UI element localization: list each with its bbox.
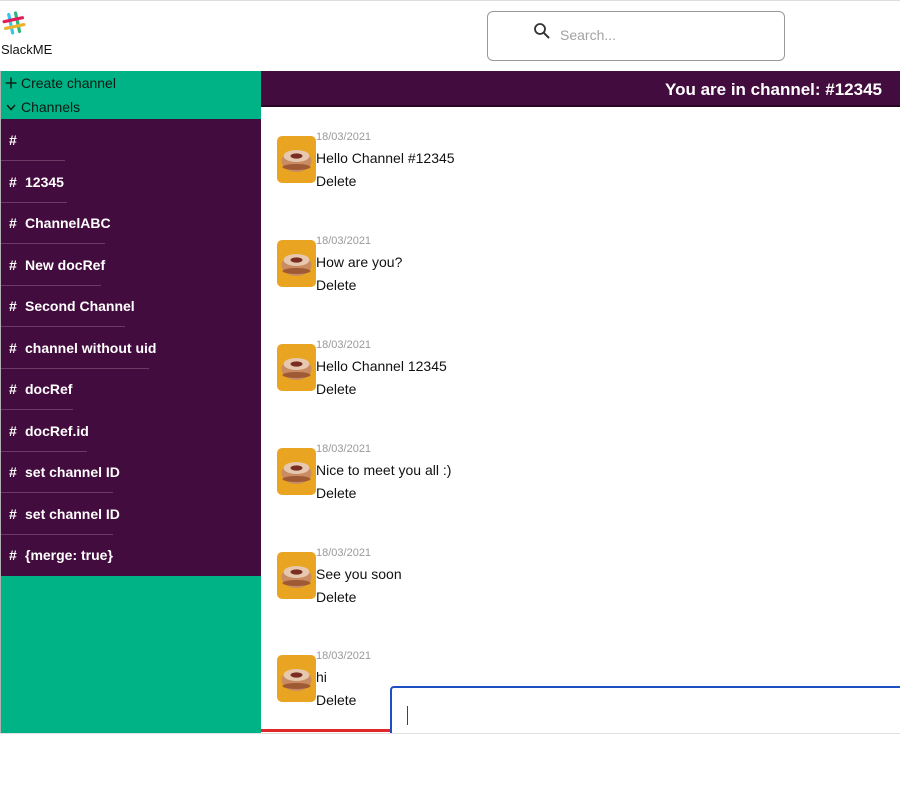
avatar	[277, 552, 316, 599]
message-input[interactable]	[406, 702, 886, 730]
validation-underline	[261, 729, 391, 732]
search-input[interactable]	[560, 24, 770, 46]
channel-hash: #	[9, 297, 17, 314]
channel-item[interactable]: # ChannelABC	[1, 202, 111, 243]
channel-item[interactable]: # set channel ID	[1, 451, 120, 492]
text-caret	[407, 706, 408, 725]
channel-title: You are in channel: #12345	[665, 80, 882, 99]
avatar	[277, 136, 316, 183]
channel-name: 12345	[25, 173, 64, 190]
message-date: 18/03/2021	[316, 443, 372, 455]
channel-name: docRef.id	[25, 422, 89, 439]
message-text: Hello Channel 12345	[316, 358, 447, 374]
channel-item[interactable]: # Second Channel	[1, 285, 135, 326]
avatar	[277, 655, 316, 702]
chevron-down-icon	[6, 104, 16, 111]
message-text: Hello Channel #12345	[316, 150, 455, 166]
sidebar-header: Create channel Channels	[1, 71, 262, 119]
delete-button[interactable]: Delete	[316, 485, 356, 501]
avatar	[277, 240, 316, 287]
message-list: 18/03/2021 Hello Channel #12345 Delete 1…	[261, 107, 900, 733]
avatar-donut-icon	[277, 552, 316, 599]
message: 18/03/2021 Hello Channel 12345 Delete	[277, 339, 677, 414]
channel-item[interactable]: # {merge: true}	[1, 534, 113, 575]
channel-hash: #	[9, 463, 17, 480]
channel-hash: #	[9, 505, 17, 522]
channel-name: Second Channel	[25, 297, 135, 314]
channel-name: channel without uid	[25, 339, 157, 356]
delete-button[interactable]: Delete	[316, 277, 356, 293]
channel-name: {merge: true}	[25, 546, 113, 563]
message-date: 18/03/2021	[316, 339, 372, 351]
channel-item[interactable]: # set channel ID	[1, 493, 120, 534]
channel-hash: #	[9, 339, 17, 356]
avatar	[277, 344, 316, 391]
avatar	[277, 448, 316, 495]
avatar-donut-icon	[277, 655, 316, 702]
avatar-donut-icon	[277, 344, 316, 391]
channel-item[interactable]: # channel without uid	[1, 327, 156, 368]
message-text: Nice to meet you all :)	[316, 462, 452, 478]
slack-logo-icon[interactable]	[2, 11, 26, 35]
message-date: 18/03/2021	[316, 131, 372, 143]
channel-hash: #	[9, 422, 17, 439]
avatar-donut-icon	[277, 136, 316, 183]
channel-item[interactable]: # New docRef	[1, 244, 105, 285]
plus-icon	[5, 77, 17, 89]
message-text: hi	[316, 669, 327, 685]
channel-name: docRef	[25, 380, 73, 397]
channel-hash: #	[9, 214, 17, 231]
create-channel-label: Create channel	[21, 75, 116, 91]
channel-hash: #	[9, 173, 17, 190]
message: 18/03/2021 Hello Channel #12345 Delete	[277, 131, 677, 206]
message-date: 18/03/2021	[316, 235, 372, 247]
channel-item[interactable]: # docRef.id	[1, 410, 89, 451]
sidebar: Create channel Channels # #12345 # Channe…	[0, 71, 262, 733]
message: 18/03/2021 See you soon Delete	[277, 547, 677, 622]
channel-name: New docRef	[25, 256, 106, 273]
search-icon	[534, 23, 550, 39]
channel-list: # #12345 # ChannelABC # New docRef # Second…	[1, 119, 262, 576]
channel-name: set channel ID	[25, 463, 120, 480]
channel-hash: #	[9, 256, 17, 273]
bottom-area	[0, 733, 900, 810]
message: 18/03/2021 How are you? Delete	[277, 235, 677, 310]
channel-header: You are in channel: #12345	[261, 71, 900, 107]
message-text: See you soon	[316, 566, 402, 582]
message-date: 18/03/2021	[316, 650, 372, 662]
channels-toggle[interactable]: Channels	[5, 96, 80, 118]
channel-name: set channel ID	[25, 505, 120, 522]
delete-button[interactable]: Delete	[316, 692, 356, 708]
channel-item[interactable]: # docRef	[1, 368, 72, 409]
channel-hash: #	[9, 131, 17, 148]
create-channel-button[interactable]: Create channel	[5, 72, 116, 94]
delete-button[interactable]: Delete	[316, 173, 356, 189]
channels-label: Channels	[21, 99, 81, 115]
channel-item[interactable]: #12345	[1, 161, 64, 202]
message-text: How are you?	[316, 254, 403, 270]
message: 18/03/2021 Nice to meet you all :) Delet…	[277, 443, 677, 518]
delete-button[interactable]: Delete	[316, 381, 356, 397]
brand-name: SlackME	[1, 42, 53, 57]
avatar-donut-icon	[277, 240, 316, 287]
avatar-donut-icon	[277, 448, 316, 495]
message-date: 18/03/2021	[316, 547, 372, 559]
delete-button[interactable]: Delete	[316, 589, 356, 605]
channel-item[interactable]: #	[1, 119, 25, 160]
channel-name: ChannelABC	[25, 214, 111, 231]
channel-hash: #	[9, 380, 17, 397]
channel-hash: #	[9, 546, 17, 563]
